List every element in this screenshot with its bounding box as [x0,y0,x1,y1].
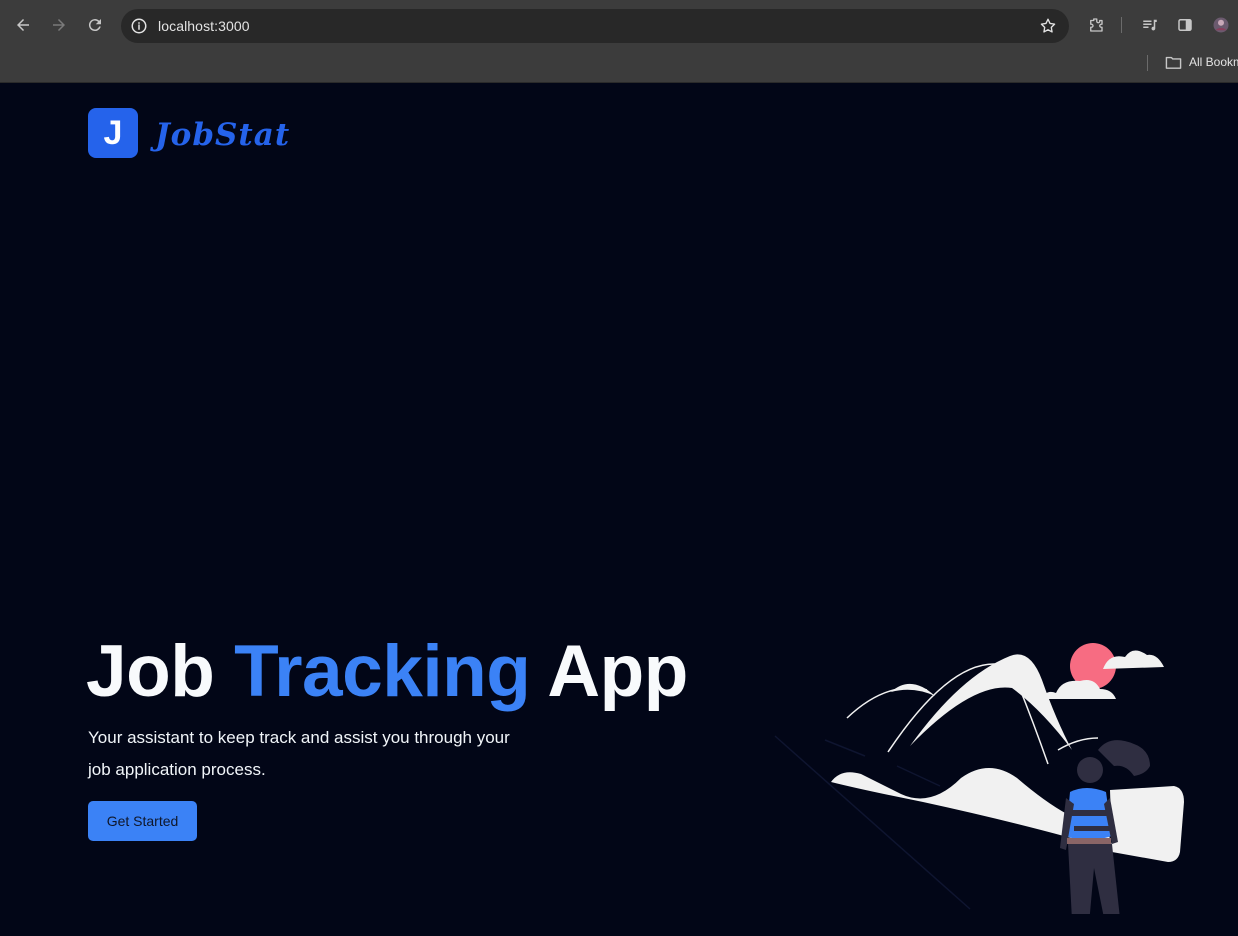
media-control-icon[interactable] [1136,11,1164,39]
hero-title: Job Tracking App [86,630,688,713]
hero-title-part1: Job [86,631,235,712]
brand-name: JobStat [155,117,291,153]
logo[interactable]: J [88,108,138,158]
extensions-icon[interactable] [1082,11,1110,39]
url-text[interactable]: localhost:3000 [158,18,250,34]
all-bookmarks-link[interactable]: All Bookm [1189,55,1238,69]
hiker-figure [1060,740,1184,914]
back-arrow-icon[interactable] [9,11,37,39]
bookmarks-bar: All Bookm [0,50,1238,83]
ground-lines [774,735,1009,910]
side-panel-icon[interactable] [1171,11,1199,39]
forward-arrow-icon[interactable] [45,11,73,39]
get-started-button[interactable]: Get Started [88,801,197,841]
reload-icon[interactable] [81,11,109,39]
star-icon[interactable] [1039,17,1057,35]
bookmarks-divider [1147,55,1148,71]
mountain-left [891,683,935,696]
mountain-main [910,654,1072,750]
toolbar-divider [1121,17,1122,33]
logo-letter: J [103,113,123,152]
folder-icon [1165,56,1182,69]
address-bar[interactable]: localhost:3000 [121,9,1069,43]
cloud-right [1103,650,1164,669]
hero-title-accent: Tracking [234,631,531,712]
page-viewport: J JobStat Job Tracking App Your assistan… [0,84,1238,936]
hero-subtitle: Your assistant to keep track and assist … [88,728,510,779]
browser-toolbar: localhost:3000 [0,0,1238,50]
profile-avatar[interactable] [1207,11,1235,39]
hiker-mountains-illustration [774,643,1184,914]
info-icon[interactable] [130,17,148,35]
hero-title-part2: App [530,631,688,712]
